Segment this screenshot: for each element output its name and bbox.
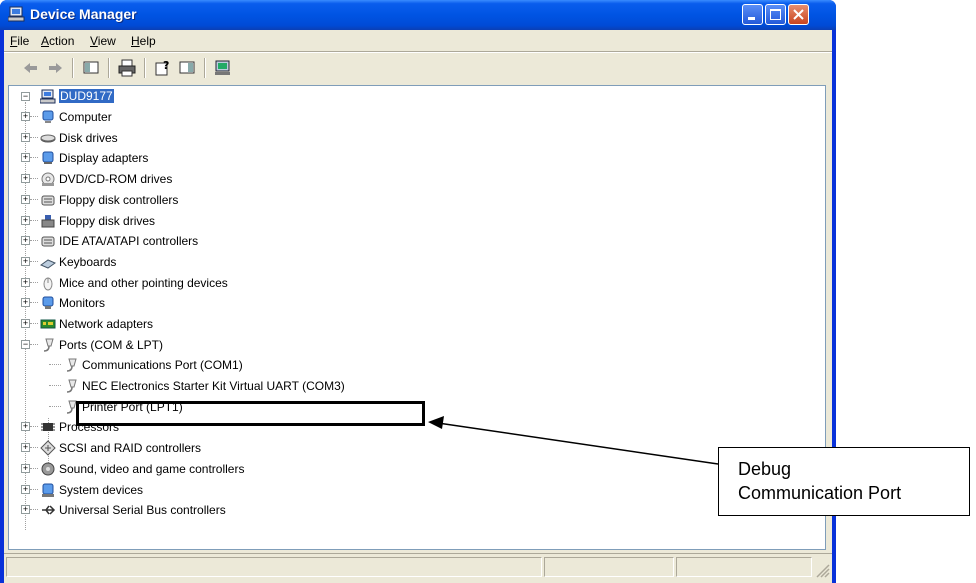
callout-line-2: Communication Port: [738, 483, 902, 503]
arrowhead-icon: [428, 416, 444, 429]
callout-box: Debug Communication Port: [718, 447, 970, 516]
callout-line-1: Debug: [738, 459, 792, 479]
